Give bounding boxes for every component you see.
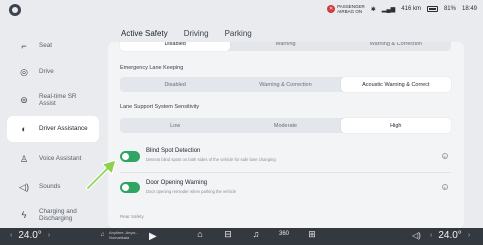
sensitivity-segment: Low Moderate High [120, 118, 451, 133]
music-icon[interactable]: ♫ [250, 229, 262, 240]
door-warning-toggle[interactable] [120, 182, 140, 193]
brand-logo-icon [9, 4, 21, 16]
signal-icon: ▂▄▆ [381, 6, 396, 13]
airbag-line2: AIRBAG ON [337, 9, 363, 14]
sidebar-item-label: Real-time SR Assist [39, 92, 77, 108]
forward-collision-segment: Disabled Warning Warning & Correction [120, 42, 451, 51]
airbag-icon: ✕ [327, 5, 336, 13]
sidebar-item-seat[interactable]: ⌐ Seat [7, 33, 99, 59]
segment-option[interactable]: Warning & Correction [341, 42, 451, 51]
apps-grid-icon[interactable]: ⊞ [306, 229, 318, 240]
volume-icon[interactable]: ◁) [412, 231, 421, 240]
divider [120, 172, 451, 173]
lane-keeping-title: Emergency Lane Keeping [120, 65, 184, 71]
left-temp-value: 24.0° [18, 230, 42, 241]
door-warning-title: Door Opening Warning [146, 180, 208, 186]
sidebar-item-driver-assistance[interactable]: ◐ Driver Assistance [7, 116, 99, 142]
right-temp-control: ‹ 24.0° › [430, 230, 470, 241]
dock-icons: ⌂ ⊟ ♫ 360 ⊞ [194, 229, 318, 240]
sidebar-item-label: Drive [39, 68, 54, 76]
blind-spot-desc: Detects blind spots on both sides of the… [146, 157, 276, 162]
assist-icon: ◐ [21, 124, 27, 134]
door-warning-info-icon[interactable]: ▸ [442, 184, 448, 190]
sensitivity-title: Lane Support System Sensitivity [120, 104, 200, 110]
sidebar-item-label: Seat [39, 42, 52, 50]
charging-icon: ϟ [21, 210, 27, 220]
voice-icon: ♙ [19, 153, 29, 164]
range-text: 416 km [401, 6, 421, 12]
segment-option[interactable]: Moderate [230, 118, 340, 133]
left-temp-control: ‹ 24.0° › [10, 230, 50, 241]
tab-driving[interactable]: Driving [184, 29, 209, 38]
temp-up-icon[interactable]: › [48, 232, 50, 239]
sidebar-item-drive[interactable]: ◎ Drive [7, 59, 99, 85]
speaker-icon: ◁) [19, 181, 29, 192]
settings-sidebar: ⌐ Seat ◎ Drive ⊜ Real-time SR Assist ◐ D… [0, 22, 103, 222]
category-tabs: Active Safety Driving Parking [121, 29, 252, 38]
blind-spot-toggle[interactable] [120, 151, 140, 162]
car-icon: ⊜ [20, 94, 28, 105]
battery-percent: 81% [443, 6, 456, 12]
sidebar-item-label: Driver Assistance [39, 125, 88, 133]
rear-safety-title: Rear Safety [120, 214, 144, 219]
settings-panel: Disabled Warning Warning & Correction Em… [108, 42, 464, 228]
door-warning-desc: Door opening reminder when parking the v… [146, 189, 237, 194]
play-icon[interactable]: ▶ [149, 231, 157, 242]
media-artist: Nomarikala [109, 234, 130, 240]
sidebar-item-label: Charging and Discharging [39, 207, 77, 223]
lane-keeping-segment: Disabled Warning & Correction Acoustic W… [120, 77, 451, 92]
segment-option[interactable]: Warning & Correction [230, 77, 340, 92]
tab-parking[interactable]: Parking [225, 29, 252, 38]
segment-option[interactable]: Low [120, 118, 230, 133]
right-temp-value: 24.0° [438, 230, 462, 241]
sidebar-item-sr-assist[interactable]: ⊜ Real-time SR Assist [7, 87, 99, 113]
segment-option-selected[interactable]: Acoustic Warning & Correct [340, 77, 451, 92]
sidebar-item-label: Sounds [39, 183, 61, 191]
car-icon[interactable]: ⊟ [222, 229, 234, 240]
airbag-status: ✕ PASSENGER AIRBAG ON [327, 4, 365, 14]
segment-option[interactable]: Disabled [120, 42, 231, 51]
bluetooth-icon: ✱ [370, 6, 376, 13]
temp-up-icon[interactable]: › [468, 232, 470, 239]
segment-option-selected[interactable]: High [340, 118, 451, 133]
status-bar: ✕ PASSENGER AIRBAG ON ✱ ▂▄▆ 416 km 81% 1… [0, 0, 483, 22]
clock: 18:49 [461, 6, 477, 12]
status-indicators: ✕ PASSENGER AIRBAG ON ✱ ▂▄▆ 416 km 81% 1… [327, 4, 477, 14]
battery-icon [426, 6, 438, 12]
seat-icon: ⌐ [21, 41, 27, 51]
pointer-arrow-icon [85, 159, 117, 191]
blind-spot-title: Blind Spot Detection [146, 148, 201, 154]
tab-active-safety[interactable]: Active Safety [121, 29, 168, 38]
temp-down-icon[interactable]: ‹ [430, 232, 432, 239]
steering-icon: ◎ [20, 66, 28, 77]
sidebar-item-charging[interactable]: ϟ Charging and Discharging [7, 202, 99, 228]
home-icon[interactable]: ⌂ [194, 229, 206, 240]
segment-option[interactable]: Disabled [120, 77, 230, 92]
fan-icon[interactable]: 360 [278, 229, 290, 240]
media-info[interactable]: Anytime, Anyw... Nomarikala [109, 230, 138, 240]
bottom-bar: ‹ 24.0° › ♫ Anytime, Anyw... Nomarikala … [0, 228, 483, 245]
music-note-icon: ♫ [100, 232, 105, 238]
blind-spot-info-icon[interactable]: ▸ [442, 153, 448, 159]
segment-option[interactable]: Warning [230, 42, 340, 51]
temp-down-icon[interactable]: ‹ [10, 232, 12, 239]
